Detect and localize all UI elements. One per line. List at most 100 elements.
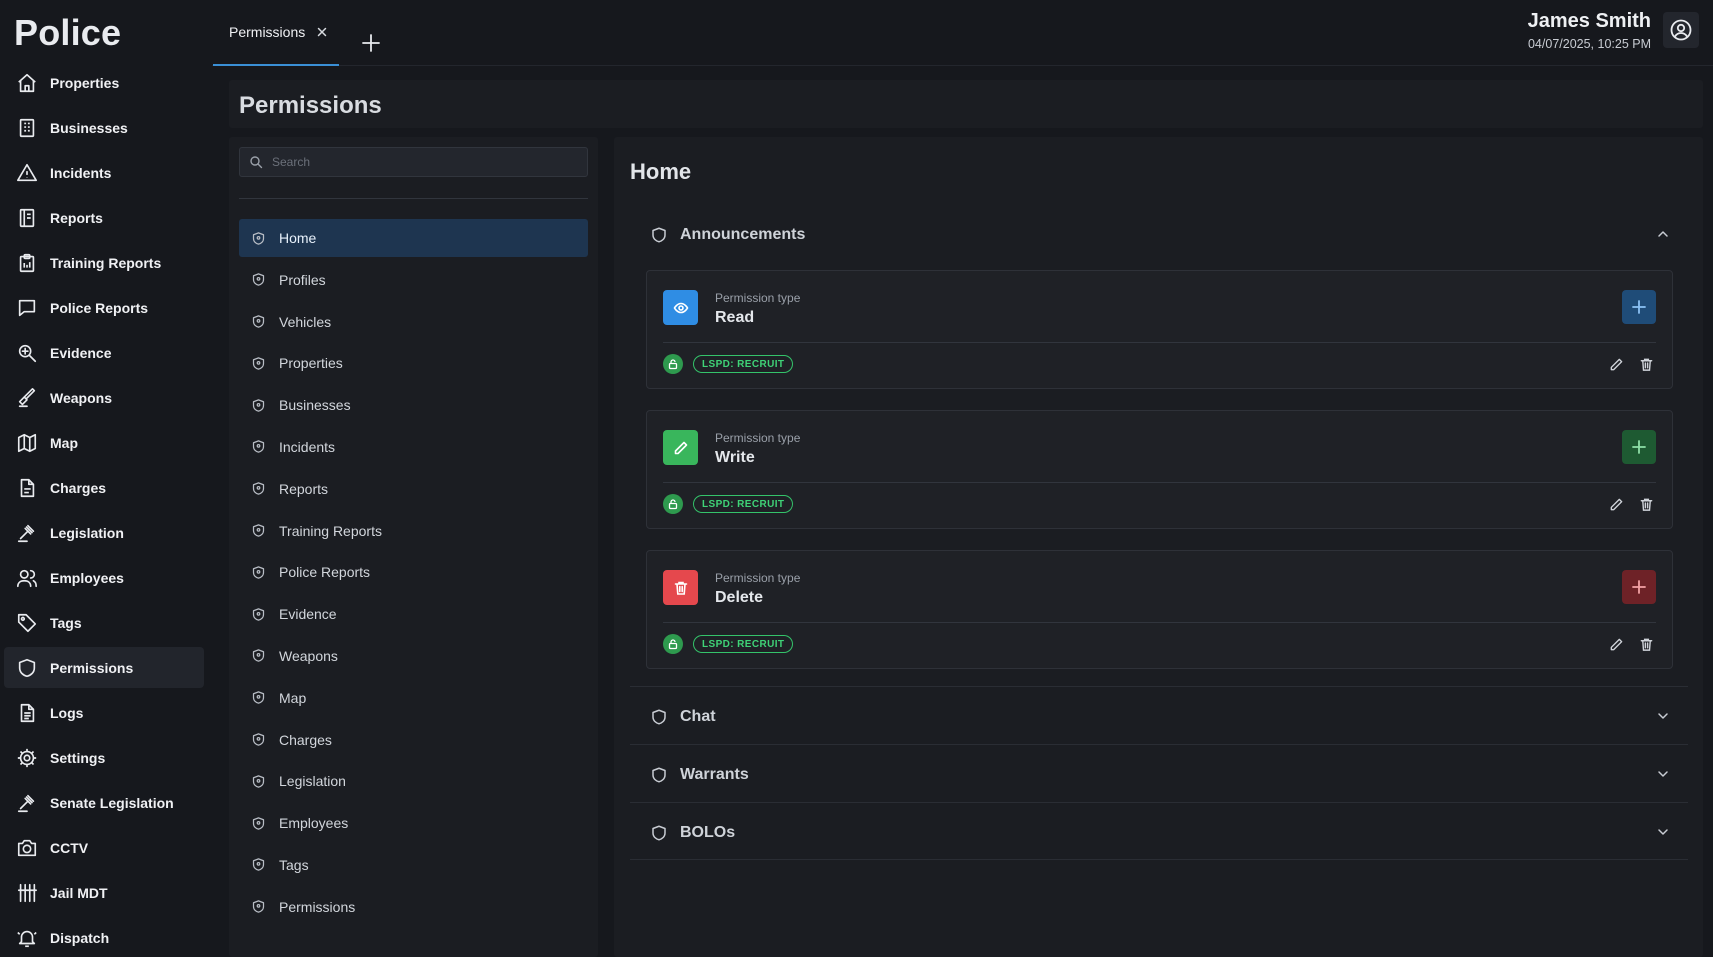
sidebar-item-training-reports[interactable]: Training Reports xyxy=(4,242,204,283)
map-icon xyxy=(16,432,38,454)
sidebar-item-cctv[interactable]: CCTV xyxy=(4,827,204,868)
sidebar-item-label: Permissions xyxy=(50,659,134,676)
shield-icon xyxy=(251,899,266,914)
permission-page-profiles[interactable]: Profiles xyxy=(239,261,588,299)
shield-icon xyxy=(251,398,266,413)
permission-page-evidence[interactable]: Evidence xyxy=(239,595,588,633)
sidebar-item-label: Properties xyxy=(50,74,120,91)
permission-page-label: Businesses xyxy=(279,397,351,414)
shield-icon xyxy=(251,774,266,789)
permission-page-businesses[interactable]: Businesses xyxy=(239,386,588,424)
section-chat[interactable]: Chat xyxy=(630,688,1688,745)
sidebar-item-jail-mdt[interactable]: Jail MDT xyxy=(4,872,204,913)
permission-page-weapons[interactable]: Weapons xyxy=(239,637,588,675)
shield-icon xyxy=(251,356,266,371)
permission-page-police-reports[interactable]: Police Reports xyxy=(239,553,588,591)
sidebar-item-evidence[interactable]: Evidence xyxy=(4,332,204,373)
plus-icon xyxy=(1630,578,1648,596)
sidebar-item-label: CCTV xyxy=(50,839,89,856)
chevron-down-icon[interactable] xyxy=(1656,767,1670,781)
tab-permissions[interactable]: Permissions xyxy=(213,0,339,66)
add-role-button[interactable] xyxy=(1622,430,1656,464)
sidebar-item-incidents[interactable]: Incidents xyxy=(4,152,204,193)
bell-icon xyxy=(16,927,38,949)
permission-page-properties[interactable]: Properties xyxy=(239,344,588,382)
permission-page-vehicles[interactable]: Vehicles xyxy=(239,303,588,341)
pencil-icon[interactable] xyxy=(1609,497,1624,512)
shield-icon xyxy=(650,226,668,244)
trash-icon[interactable] xyxy=(1639,497,1654,512)
pencil-icon[interactable] xyxy=(1609,637,1624,652)
jail-icon xyxy=(16,882,38,904)
sidebar-item-legislation[interactable]: Legislation xyxy=(4,512,204,553)
permission-page-label: Tags xyxy=(279,856,309,873)
trash-icon[interactable] xyxy=(1639,637,1654,652)
sidebar-item-permissions[interactable]: Permissions xyxy=(4,647,204,688)
permission-page-home[interactable]: Home xyxy=(239,219,588,257)
section-bolos[interactable]: BOLOs xyxy=(630,804,1688,861)
permission-page-employees[interactable]: Employees xyxy=(239,804,588,842)
book-icon xyxy=(16,207,38,229)
permission-page-label: Police Reports xyxy=(279,564,371,581)
sidebar-item-weapons[interactable]: Weapons xyxy=(4,377,204,418)
sidebar-item-logs[interactable]: Logs xyxy=(4,692,204,733)
sidebar-item-settings[interactable]: Settings xyxy=(4,737,204,778)
sidebar-item-properties[interactable]: Properties xyxy=(4,62,204,103)
chevron-down-icon[interactable] xyxy=(1656,825,1670,839)
section-label: BOLOs xyxy=(680,823,736,841)
section-label: Announcements xyxy=(680,225,806,243)
sidebar-item-dispatch[interactable]: Dispatch xyxy=(4,917,204,957)
sidebar-item-label: Jail MDT xyxy=(50,884,108,901)
sidebar-item-map[interactable]: Map xyxy=(4,422,204,463)
close-icon[interactable] xyxy=(315,25,329,39)
sidebar-item-label: Businesses xyxy=(50,119,128,136)
pencil-icon[interactable] xyxy=(1609,357,1624,372)
permission-page-reports[interactable]: Reports xyxy=(239,470,588,508)
permission-page-training-reports[interactable]: Training Reports xyxy=(239,512,588,550)
app-brand: Police xyxy=(14,12,122,53)
user-info: James Smith 04/07/2025, 10:25 PM xyxy=(1528,10,1651,51)
add-role-button[interactable] xyxy=(1622,570,1656,604)
shield-icon xyxy=(251,565,266,580)
sidebar-item-employees[interactable]: Employees xyxy=(4,557,204,598)
permission-page-label: Employees xyxy=(279,815,349,832)
chevron-up-icon[interactable] xyxy=(1656,227,1670,241)
sidebar-item-police-reports[interactable]: Police Reports xyxy=(4,287,204,328)
permission-page-label: Profiles xyxy=(279,271,326,288)
chevron-down-icon[interactable] xyxy=(1656,709,1670,723)
trash-icon[interactable] xyxy=(1639,357,1654,372)
section-warrants[interactable]: Warrants xyxy=(630,746,1688,803)
shield-icon xyxy=(251,439,266,454)
add-tab-button[interactable] xyxy=(360,32,382,54)
permission-page-map[interactable]: Map xyxy=(239,679,588,717)
permission-page-legislation[interactable]: Legislation xyxy=(239,762,588,800)
gavel-icon xyxy=(16,522,38,544)
shield-icon xyxy=(251,523,266,538)
permission-page-label: Home xyxy=(279,230,317,246)
user-profile-button[interactable] xyxy=(1663,12,1699,48)
sidebar-item-reports[interactable]: Reports xyxy=(4,197,204,238)
permission-page-permissions[interactable]: Permissions xyxy=(239,888,588,926)
sidebar-item-charges[interactable]: Charges xyxy=(4,467,204,508)
permission-page-label: Charges xyxy=(279,731,332,748)
permission-page-incidents[interactable]: Incidents xyxy=(239,428,588,466)
divider xyxy=(630,744,1688,745)
section-announcements[interactable]: Announcements xyxy=(630,206,1688,263)
section-label: Chat xyxy=(680,707,716,725)
sidebar-item-label: Reports xyxy=(50,209,103,226)
page-title: Permissions xyxy=(239,92,382,119)
shield-icon xyxy=(16,657,38,679)
weapon-icon xyxy=(16,387,38,409)
sidebar-item-senate-legislation[interactable]: Senate Legislation xyxy=(4,782,204,823)
add-role-button[interactable] xyxy=(1622,290,1656,324)
sidebar-item-label: Incidents xyxy=(50,164,112,181)
permission-card-delete: Permission type Delete LSPD: RECRUIT xyxy=(646,550,1673,669)
permission-page-label: Permissions xyxy=(279,898,356,915)
sidebar-item-businesses[interactable]: Businesses xyxy=(4,107,204,148)
gear-icon xyxy=(16,747,38,769)
divider xyxy=(239,198,588,199)
permission-page-tags[interactable]: Tags xyxy=(239,846,588,884)
sidebar-item-tags[interactable]: Tags xyxy=(4,602,204,643)
search-input[interactable] xyxy=(272,155,572,169)
permission-page-charges[interactable]: Charges xyxy=(239,721,588,759)
